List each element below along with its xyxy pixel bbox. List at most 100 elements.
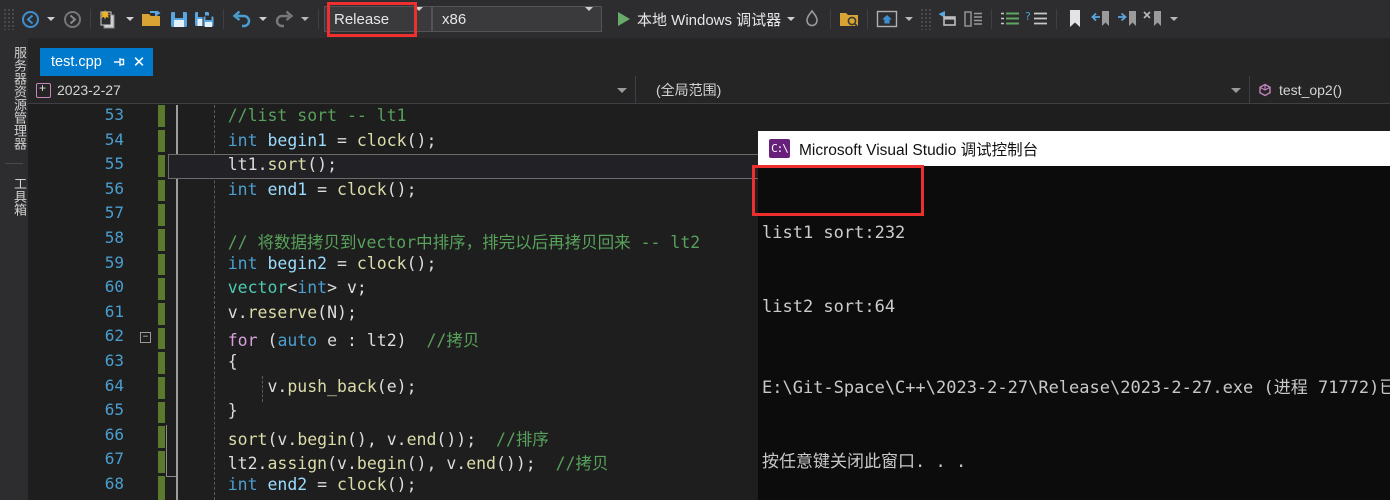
code-token: v (267, 376, 278, 396)
toolbar-grip[interactable] (920, 8, 933, 30)
navigate-back-button[interactable] (17, 5, 43, 33)
code-token: (); (406, 130, 437, 150)
code-token: { (188, 351, 238, 371)
toolbar-grip[interactable] (3, 8, 15, 30)
code-token: sort (227, 429, 268, 449)
bookmark-icon (1070, 10, 1081, 27)
step-into-icon (938, 11, 956, 26)
sidebar-item-toolbox[interactable]: 工具箱 (0, 169, 28, 224)
compare-button[interactable] (960, 5, 986, 33)
hot-reload-icon (806, 9, 818, 27)
navbar-scope-dropdown[interactable]: (全局范围) (636, 76, 1250, 104)
undo-dropdown-icon[interactable] (259, 17, 267, 21)
open-file-button[interactable] (138, 5, 166, 33)
fold-toggle-icon[interactable]: − (140, 332, 151, 344)
start-debugging-button[interactable]: 本地 Windows 调试器 (612, 5, 783, 33)
release-configuration-highlight (327, 2, 417, 37)
navigate-forward-button[interactable] (59, 5, 85, 33)
line-number: 60 (104, 277, 124, 297)
tab-test-cpp[interactable]: test.cpp ✕ (40, 48, 154, 76)
navbar-project-label: 2023-2-27 (57, 82, 121, 98)
toolbar-separator (223, 9, 224, 29)
code-text: v.reserve(N); (188, 303, 357, 322)
code-token: clock (337, 179, 387, 199)
line-number: 53 (104, 105, 124, 124)
navigate-back-dropdown-icon[interactable] (47, 17, 55, 21)
undo-button[interactable] (229, 5, 255, 33)
sort-results-highlight (752, 165, 924, 216)
hot-reload-button[interactable] (799, 5, 825, 33)
clear-bookmarks-button[interactable] (1140, 5, 1166, 33)
code-token: //排序 (496, 429, 549, 449)
navbar-project-dropdown[interactable]: 2023-2-27 (28, 76, 636, 104)
uncomment-selection-icon: ? (1025, 10, 1048, 25)
toggle-bookmark-button[interactable] (1062, 5, 1088, 33)
code-token: int (227, 130, 258, 150)
solution-platform-combo[interactable]: x86 (432, 6, 602, 32)
code-token: . (277, 376, 288, 396)
code-token: = (337, 130, 357, 150)
pin-icon[interactable] (112, 55, 126, 69)
code-text: int begin1 = clock(); (188, 130, 437, 150)
preview-window-button[interactable] (873, 5, 901, 33)
code-token: (); (386, 179, 417, 199)
chevron-down-icon (617, 87, 627, 93)
line-number: 68 (104, 473, 124, 493)
document-tab-strip: test.cpp ✕ (28, 38, 1390, 76)
previous-bookmark-button[interactable] (1088, 5, 1114, 33)
start-debugging-dropdown-icon[interactable] (787, 17, 796, 21)
svg-text:?: ? (1025, 10, 1031, 23)
code-text: int end2 = clock(); (188, 475, 417, 494)
uncomment-selection-button[interactable]: ? (1023, 5, 1051, 33)
navbar-member-dropdown[interactable]: test_op2() (1250, 76, 1390, 104)
redo-dropdown-icon[interactable] (301, 17, 309, 21)
navbar-scope-label: (全局范围) (656, 82, 722, 98)
code-text: // 将数据拷贝到vector中排序，排完以后再拷贝回来 -- lt2 (188, 229, 700, 253)
close-icon[interactable]: ✕ (133, 55, 146, 70)
code-token: assign (267, 454, 328, 474)
console-output-line: 按任意键关闭此窗口. . . (762, 451, 967, 472)
new-item-button[interactable] (96, 5, 122, 33)
new-item-dropdown-icon[interactable] (126, 17, 134, 21)
code-token: sort (267, 155, 308, 175)
console-app-icon: C:\ (769, 139, 790, 158)
tab-label: test.cpp (51, 54, 102, 70)
project-icon (36, 81, 51, 98)
folder-search-button[interactable] (836, 5, 862, 33)
code-token: clock (356, 130, 407, 150)
code-token: begin2 (257, 253, 338, 273)
comment-selection-icon (1001, 12, 1020, 25)
sidebar-item-server-explorer[interactable]: 服务器资源管理器 (0, 38, 28, 158)
chevron-down-icon (1231, 87, 1241, 93)
folder-search-icon (840, 13, 859, 27)
code-token: = (317, 474, 338, 494)
line-number: 55 (104, 154, 124, 174)
method-cube-icon (1258, 83, 1272, 97)
code-token: > v; (327, 278, 367, 298)
save-all-button[interactable] (192, 5, 218, 33)
code-token: end1 (257, 179, 318, 199)
code-token: for (227, 331, 258, 351)
next-bookmark-button[interactable] (1114, 5, 1140, 33)
code-token: end2 (257, 474, 318, 494)
chevron-down-icon (585, 6, 593, 28)
code-token: int (227, 474, 258, 494)
code-token: reserve (247, 302, 318, 322)
line-number: 58 (104, 227, 124, 247)
comment-selection-button[interactable] (997, 5, 1023, 33)
save-button[interactable] (166, 5, 192, 33)
toolbar-overflow-icon[interactable] (1170, 17, 1179, 21)
next-bookmark-icon (1118, 11, 1137, 26)
code-token: push_back (287, 376, 377, 396)
navbar-member-label: test_op2() (1279, 82, 1343, 98)
code-line[interactable]: 53 //list sort -- lt1 (28, 105, 1390, 130)
code-token: end (466, 454, 496, 474)
code-token: lt2. (188, 454, 268, 474)
preview-window-dropdown-icon[interactable] (905, 17, 914, 21)
code-token: = (317, 179, 338, 199)
redo-icon (275, 10, 294, 28)
step-into-button[interactable] (934, 5, 960, 33)
redo-button[interactable] (271, 5, 297, 33)
